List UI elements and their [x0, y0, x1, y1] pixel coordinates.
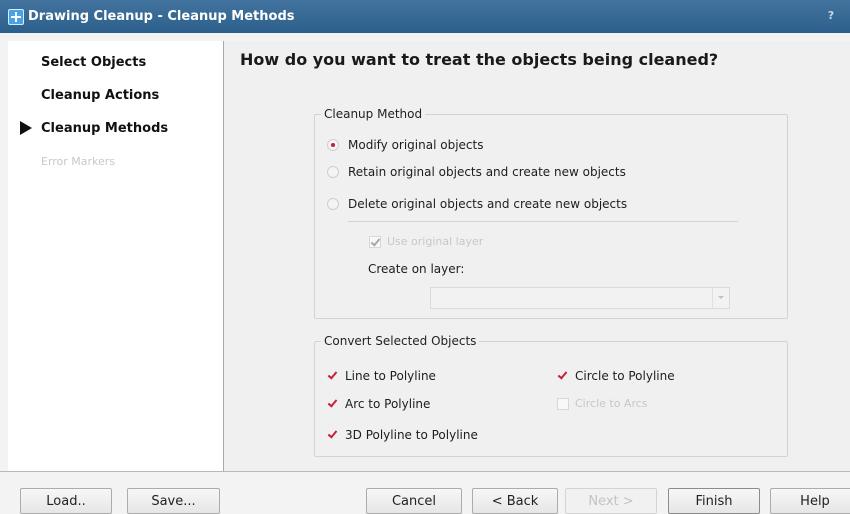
radio-button-selected[interactable] — [327, 139, 339, 151]
3d-polyline-to-polyline-checkbox[interactable]: 3D Polyline to Polyline — [327, 428, 478, 442]
finish-button[interactable]: Finish — [668, 488, 760, 514]
load-button[interactable]: Load.. — [20, 488, 112, 514]
checkbox-unchecked-disabled — [557, 397, 569, 410]
checkbox-checked[interactable] — [327, 429, 339, 441]
line-to-polyline-label: Line to Polyline — [345, 369, 436, 383]
main-panel: How do you want to treat the objects bei… — [224, 41, 850, 471]
arc-to-polyline-label: Arc to Polyline — [345, 397, 431, 411]
convert-selected-objects-legend: Convert Selected Objects — [324, 334, 477, 348]
separator — [348, 221, 738, 222]
circle-to-arcs-checkbox: Circle to Arcs — [557, 397, 648, 410]
step-error-markers: Error Markers — [41, 155, 116, 168]
save-button[interactable]: Save... — [127, 488, 220, 514]
title-bar[interactable]: Drawing Cleanup - Cleanup Methods ? — [0, 0, 850, 33]
radio-modify-original[interactable]: Modify original objects — [327, 138, 483, 152]
checkbox-checked[interactable] — [557, 370, 569, 382]
app-icon — [8, 8, 24, 25]
create-on-layer-label: Create on layer: — [368, 262, 465, 276]
radio-retain-original-label: Retain original objects and create new o… — [348, 165, 626, 179]
radio-delete-original[interactable]: Delete original objects and create new o… — [327, 197, 627, 211]
back-button[interactable]: < Back — [472, 488, 558, 514]
step-cleanup-methods[interactable]: Cleanup Methods — [41, 121, 168, 136]
window-title: Drawing Cleanup - Cleanup Methods — [28, 9, 295, 24]
footer-divider — [0, 471, 850, 472]
checkbox-checked[interactable] — [327, 398, 339, 410]
circle-to-polyline-label: Circle to Polyline — [575, 369, 675, 383]
page-heading: How do you want to treat the objects bei… — [240, 50, 719, 69]
chevron-down-icon — [712, 288, 729, 308]
radio-modify-original-label: Modify original objects — [348, 138, 484, 152]
help-icon[interactable]: ? — [820, 8, 842, 24]
radio-delete-original-label: Delete original objects and create new o… — [348, 197, 628, 211]
wizard-steps-sidebar: Select Objects Cleanup Actions Cleanup M… — [8, 41, 224, 471]
current-step-arrow-icon — [20, 121, 32, 135]
step-cleanup-actions[interactable]: Cleanup Actions — [41, 88, 159, 103]
checkbox-checked-disabled — [369, 235, 381, 248]
cancel-button[interactable]: Cancel — [366, 488, 462, 514]
next-button: Next > — [565, 488, 657, 514]
radio-button[interactable] — [327, 166, 339, 178]
use-original-layer-label: Use original layer — [387, 235, 484, 248]
help-button[interactable]: Help — [770, 488, 850, 514]
circle-to-arcs-label: Circle to Arcs — [575, 397, 648, 410]
use-original-layer-checkbox: Use original layer — [369, 235, 483, 248]
3d-polyline-to-polyline-label: 3D Polyline to Polyline — [345, 428, 478, 442]
create-on-layer-dropdown — [430, 287, 730, 309]
step-select-objects[interactable]: Select Objects — [41, 55, 146, 70]
cleanup-method-legend: Cleanup Method — [324, 107, 423, 121]
circle-to-polyline-checkbox[interactable]: Circle to Polyline — [557, 369, 675, 383]
arc-to-polyline-checkbox[interactable]: Arc to Polyline — [327, 397, 430, 411]
radio-button[interactable] — [327, 198, 339, 210]
radio-retain-original[interactable]: Retain original objects and create new o… — [327, 165, 626, 179]
checkbox-checked[interactable] — [327, 370, 339, 382]
line-to-polyline-checkbox[interactable]: Line to Polyline — [327, 369, 436, 383]
dialog-client-area: Select Objects Cleanup Actions Cleanup M… — [0, 33, 850, 514]
